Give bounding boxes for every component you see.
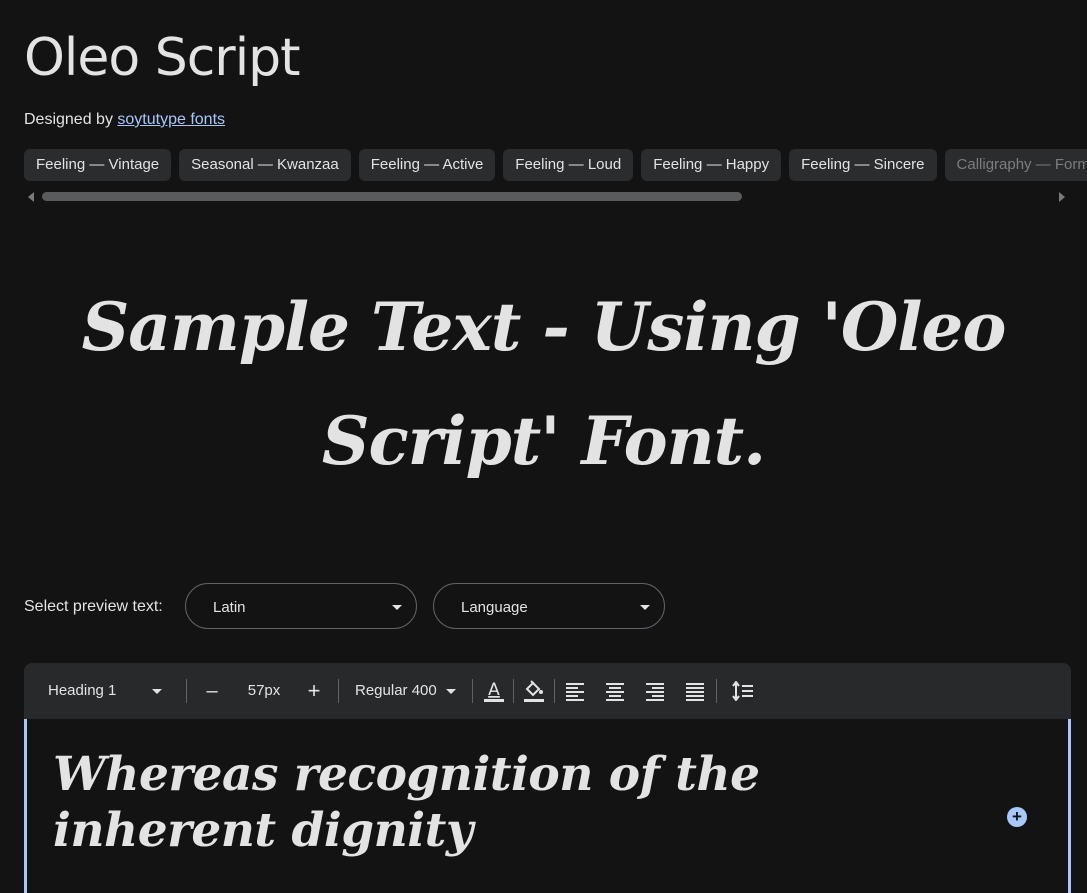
tag-chip[interactable]: Feeling — Happy xyxy=(641,149,782,181)
preview-text-label: Select preview text: xyxy=(24,598,163,615)
script-select[interactable]: Latin xyxy=(185,583,417,629)
language-select[interactable]: Language xyxy=(433,583,665,629)
tag-strip: Feeling — Vintage Seasonal — Kwanzaa Fee… xyxy=(24,149,1087,181)
editor-preview-text[interactable]: Whereas recognition of the inherent dign… xyxy=(53,747,873,859)
preview-editor[interactable]: Whereas recognition of the inherent dign… xyxy=(24,719,1071,893)
font-page: Oleo Script Designed by soytutype fonts … xyxy=(0,0,1087,893)
tag-chip[interactable]: Calligraphy — Formal xyxy=(944,149,1087,181)
script-select-value: Latin xyxy=(213,599,246,616)
sample-text-display: Sample Text - Using 'Oleo Script' Font. xyxy=(81,288,1007,480)
font-weight-dropdown[interactable]: Regular 400 xyxy=(355,663,465,719)
align-justify-icon[interactable] xyxy=(685,681,705,701)
caret-down-icon xyxy=(392,605,402,610)
tag-chip[interactable]: Feeling — Active xyxy=(358,149,496,181)
tag-chip[interactable]: Feeling — Sincere xyxy=(789,149,937,181)
caret-down-icon xyxy=(152,689,162,694)
scroll-left-arrow-icon[interactable] xyxy=(28,192,34,202)
font-title: Oleo Script xyxy=(24,28,301,88)
designer-link[interactable]: soytutype fonts xyxy=(117,111,225,128)
font-size-value[interactable]: 57px xyxy=(242,663,286,719)
editor-toolbar: Heading 1 – 57px + Regular 400 A xyxy=(24,663,1071,719)
text-color-icon[interactable]: A xyxy=(483,679,505,703)
toolbar-divider xyxy=(554,679,555,703)
caret-down-icon xyxy=(640,605,650,610)
increase-size-button[interactable]: + xyxy=(304,663,324,719)
add-plus-icon[interactable]: + xyxy=(1007,807,1027,827)
align-left-icon[interactable] xyxy=(565,681,585,701)
toolbar-divider xyxy=(186,679,187,703)
toolbar-divider xyxy=(472,679,473,703)
fill-color-icon[interactable] xyxy=(523,679,545,703)
line-height-icon[interactable] xyxy=(732,681,754,701)
toolbar-divider xyxy=(716,679,717,703)
align-center-icon[interactable] xyxy=(605,681,625,701)
tag-chip[interactable]: Seasonal — Kwanzaa xyxy=(179,149,351,181)
svg-text:A: A xyxy=(488,680,500,700)
text-style-value: Heading 1 xyxy=(48,682,117,699)
toolbar-divider xyxy=(338,679,339,703)
text-style-dropdown[interactable]: Heading 1 xyxy=(48,663,178,719)
tag-chip[interactable]: Feeling — Loud xyxy=(503,149,634,181)
designed-by-label: Designed by xyxy=(24,111,113,128)
font-weight-value: Regular 400 xyxy=(355,682,437,699)
align-right-icon[interactable] xyxy=(645,681,665,701)
decrease-size-button[interactable]: – xyxy=(202,663,222,719)
scroll-right-arrow-icon[interactable] xyxy=(1059,192,1065,202)
designer-line: Designed by soytutype fonts xyxy=(24,111,225,129)
caret-down-icon xyxy=(446,689,456,694)
toolbar-divider xyxy=(513,679,514,703)
horizontal-scrollbar[interactable] xyxy=(42,192,742,201)
language-select-value: Language xyxy=(461,599,528,616)
tag-chip[interactable]: Feeling — Vintage xyxy=(24,149,172,181)
